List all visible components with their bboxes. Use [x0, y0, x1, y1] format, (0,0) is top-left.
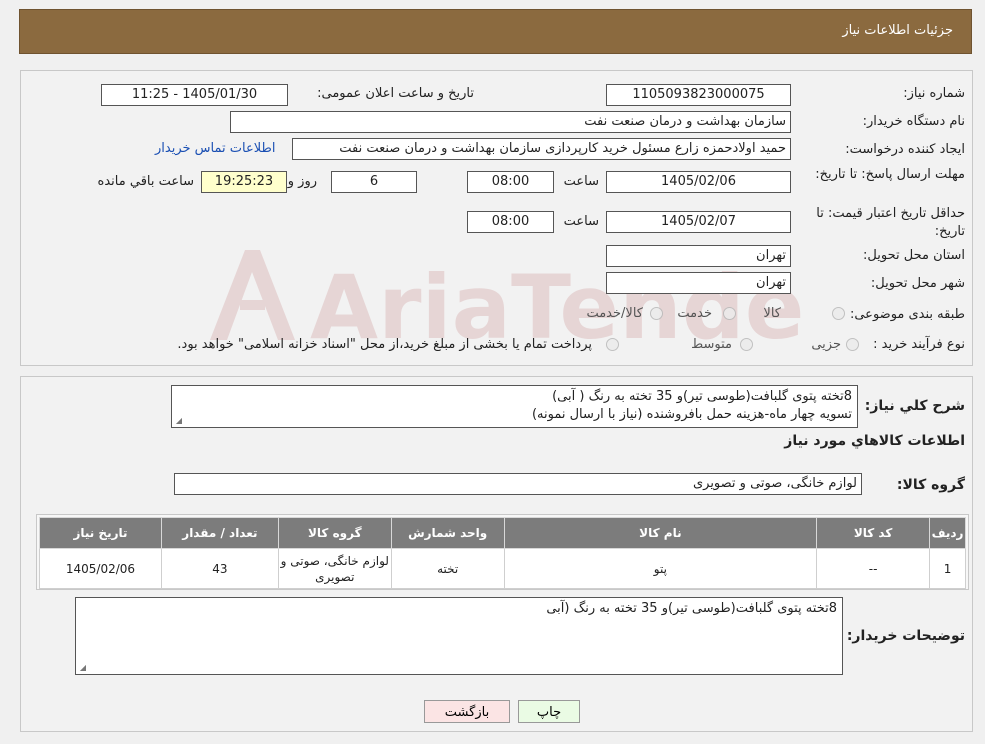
cell-row-number: 1: [929, 548, 966, 589]
category-option-service: خدمت: [677, 306, 712, 321]
col-header-row-number: رديف: [929, 517, 966, 549]
category-option-goods: کالا: [763, 306, 781, 321]
purchase-option-minor: جزیی: [811, 337, 841, 352]
cell-item-group: لوازم خانگی، صوتی و تصویری: [277, 548, 392, 589]
cell-quantity: 43: [160, 548, 279, 589]
purchase-option-medium: متوسط: [691, 337, 732, 352]
category-option-goods-service: کالا/خدمت: [586, 306, 643, 321]
deadline-time-field: 08:00: [467, 171, 554, 193]
announce-label: تاریخ و ساعت اعلان عمومی:: [317, 86, 474, 101]
col-header-item-name: نام کالا: [503, 517, 818, 549]
table-row: 1 -- پتو تخته لوازم خانگی، صوتی و تصویری…: [39, 548, 966, 589]
need-number-field: 1105093823000075: [606, 84, 791, 106]
page-title: جزئیات اطلاعات نیاز: [842, 23, 953, 38]
resize-grip-icon[interactable]: ◢: [174, 417, 182, 425]
description-label: شرح کلي نياز:: [864, 398, 965, 414]
cell-item-code: --: [816, 548, 931, 589]
deadline-time-label: ساعت: [563, 174, 599, 189]
remaining-time-field: 19:25:23: [201, 171, 287, 193]
category-radio-goods[interactable]: [832, 307, 845, 320]
purchase-treasury-note: پرداخت تمام یا بخشی از مبلغ خرید،از محل …: [177, 337, 592, 352]
price-validity-label: حداقل تاریخ اعتبار قیمت: تا تاریخ:: [816, 206, 965, 239]
city-label: شهر محل تحویل:: [870, 276, 965, 291]
page-header: جزئیات اطلاعات نیاز: [19, 9, 972, 54]
cell-item-name: پتو: [503, 548, 818, 589]
province-field: تهران: [606, 245, 791, 267]
purchase-radio-medium[interactable]: [740, 338, 753, 351]
price-validity-time-label: ساعت: [563, 214, 599, 229]
city-field: تهران: [606, 272, 791, 294]
category-radio-service[interactable]: [723, 307, 736, 320]
days-label: روز و: [287, 174, 317, 189]
province-label: استان محل تحویل:: [863, 248, 965, 263]
description-line-1: 8تخته پتوی گلبافت(طوسی تیر)و 35 تخته به …: [552, 389, 852, 404]
category-radio-goods-service[interactable]: [650, 307, 663, 320]
creator-field: حمید اولادحمزه زارع مسئول خرید کارپردازی…: [292, 138, 791, 160]
goods-group-field: لوازم خانگی، صوتی و تصویری: [174, 473, 862, 495]
back-button[interactable]: بازگشت: [424, 700, 510, 723]
col-header-need-date: تاریخ نیاز: [39, 517, 162, 549]
buyer-notes-textarea[interactable]: 8تخته پتوی گلبافت(طوسی تیر)و 35 تخته به …: [75, 597, 843, 675]
col-header-unit: واحد شمارش: [390, 517, 505, 549]
col-header-item-code: کد کالا: [816, 517, 931, 549]
price-validity-date-field: 1405/02/07: [606, 211, 791, 233]
days-remaining-field: 6: [331, 171, 417, 193]
purchase-type-label: نوع فرآیند خرید :: [873, 337, 965, 352]
category-label: طبقه بندی موضوعی:: [849, 307, 965, 322]
resize-grip-icon[interactable]: ◢: [78, 664, 86, 672]
purchase-radio-minor[interactable]: [846, 338, 859, 351]
purchase-radio-treasury[interactable]: [606, 338, 619, 351]
announce-field: 1405/01/30 - 11:25: [101, 84, 288, 106]
creator-label: ایجاد کننده درخواست:: [845, 142, 965, 157]
buyer-org-label: نام دستگاه خریدار:: [862, 114, 965, 129]
print-button[interactable]: چاپ: [518, 700, 580, 723]
goods-table-header-row: رديف کد کالا نام کالا واحد شمارش گروه کا…: [39, 517, 966, 549]
remaining-time-label: ساعت باقي مانده: [97, 174, 194, 189]
buyer-notes-text: 8تخته پتوی گلبافت(طوسی تیر)و 35 تخته به …: [546, 601, 837, 616]
deadline-label: مهلت ارسال پاسخ: تا تاریخ:: [815, 167, 965, 182]
price-validity-time-field: 08:00: [467, 211, 554, 233]
cell-unit: تخته: [390, 548, 505, 589]
buyer-notes-label: توضیحات خریدار:: [846, 628, 965, 644]
deadline-date-field: 1405/02/06: [606, 171, 791, 193]
col-header-item-group: گروه کالا: [277, 517, 392, 549]
description-textarea[interactable]: 8تخته پتوی گلبافت(طوسی تیر)و 35 تخته به …: [171, 385, 858, 428]
description-line-2: تسویه چهار ماه-هزینه حمل بافروشنده (نیاز…: [531, 407, 852, 422]
buyer-org-field: سازمان بهداشت و درمان صنعت نفت: [230, 111, 791, 133]
need-number-label: شماره نیاز:: [903, 86, 965, 101]
buyer-contact-link[interactable]: اطلاعات تماس خریدار: [155, 141, 275, 156]
goods-table: رديف کد کالا نام کالا واحد شمارش گروه کا…: [39, 517, 966, 589]
goods-group-label: گروه کالا:: [896, 477, 965, 493]
col-header-quantity: تعداد / مقدار: [160, 517, 279, 549]
goods-section-title: اطلاعات کالاهاي مورد نياز: [784, 433, 965, 449]
cell-need-date: 1405/02/06: [39, 548, 162, 589]
